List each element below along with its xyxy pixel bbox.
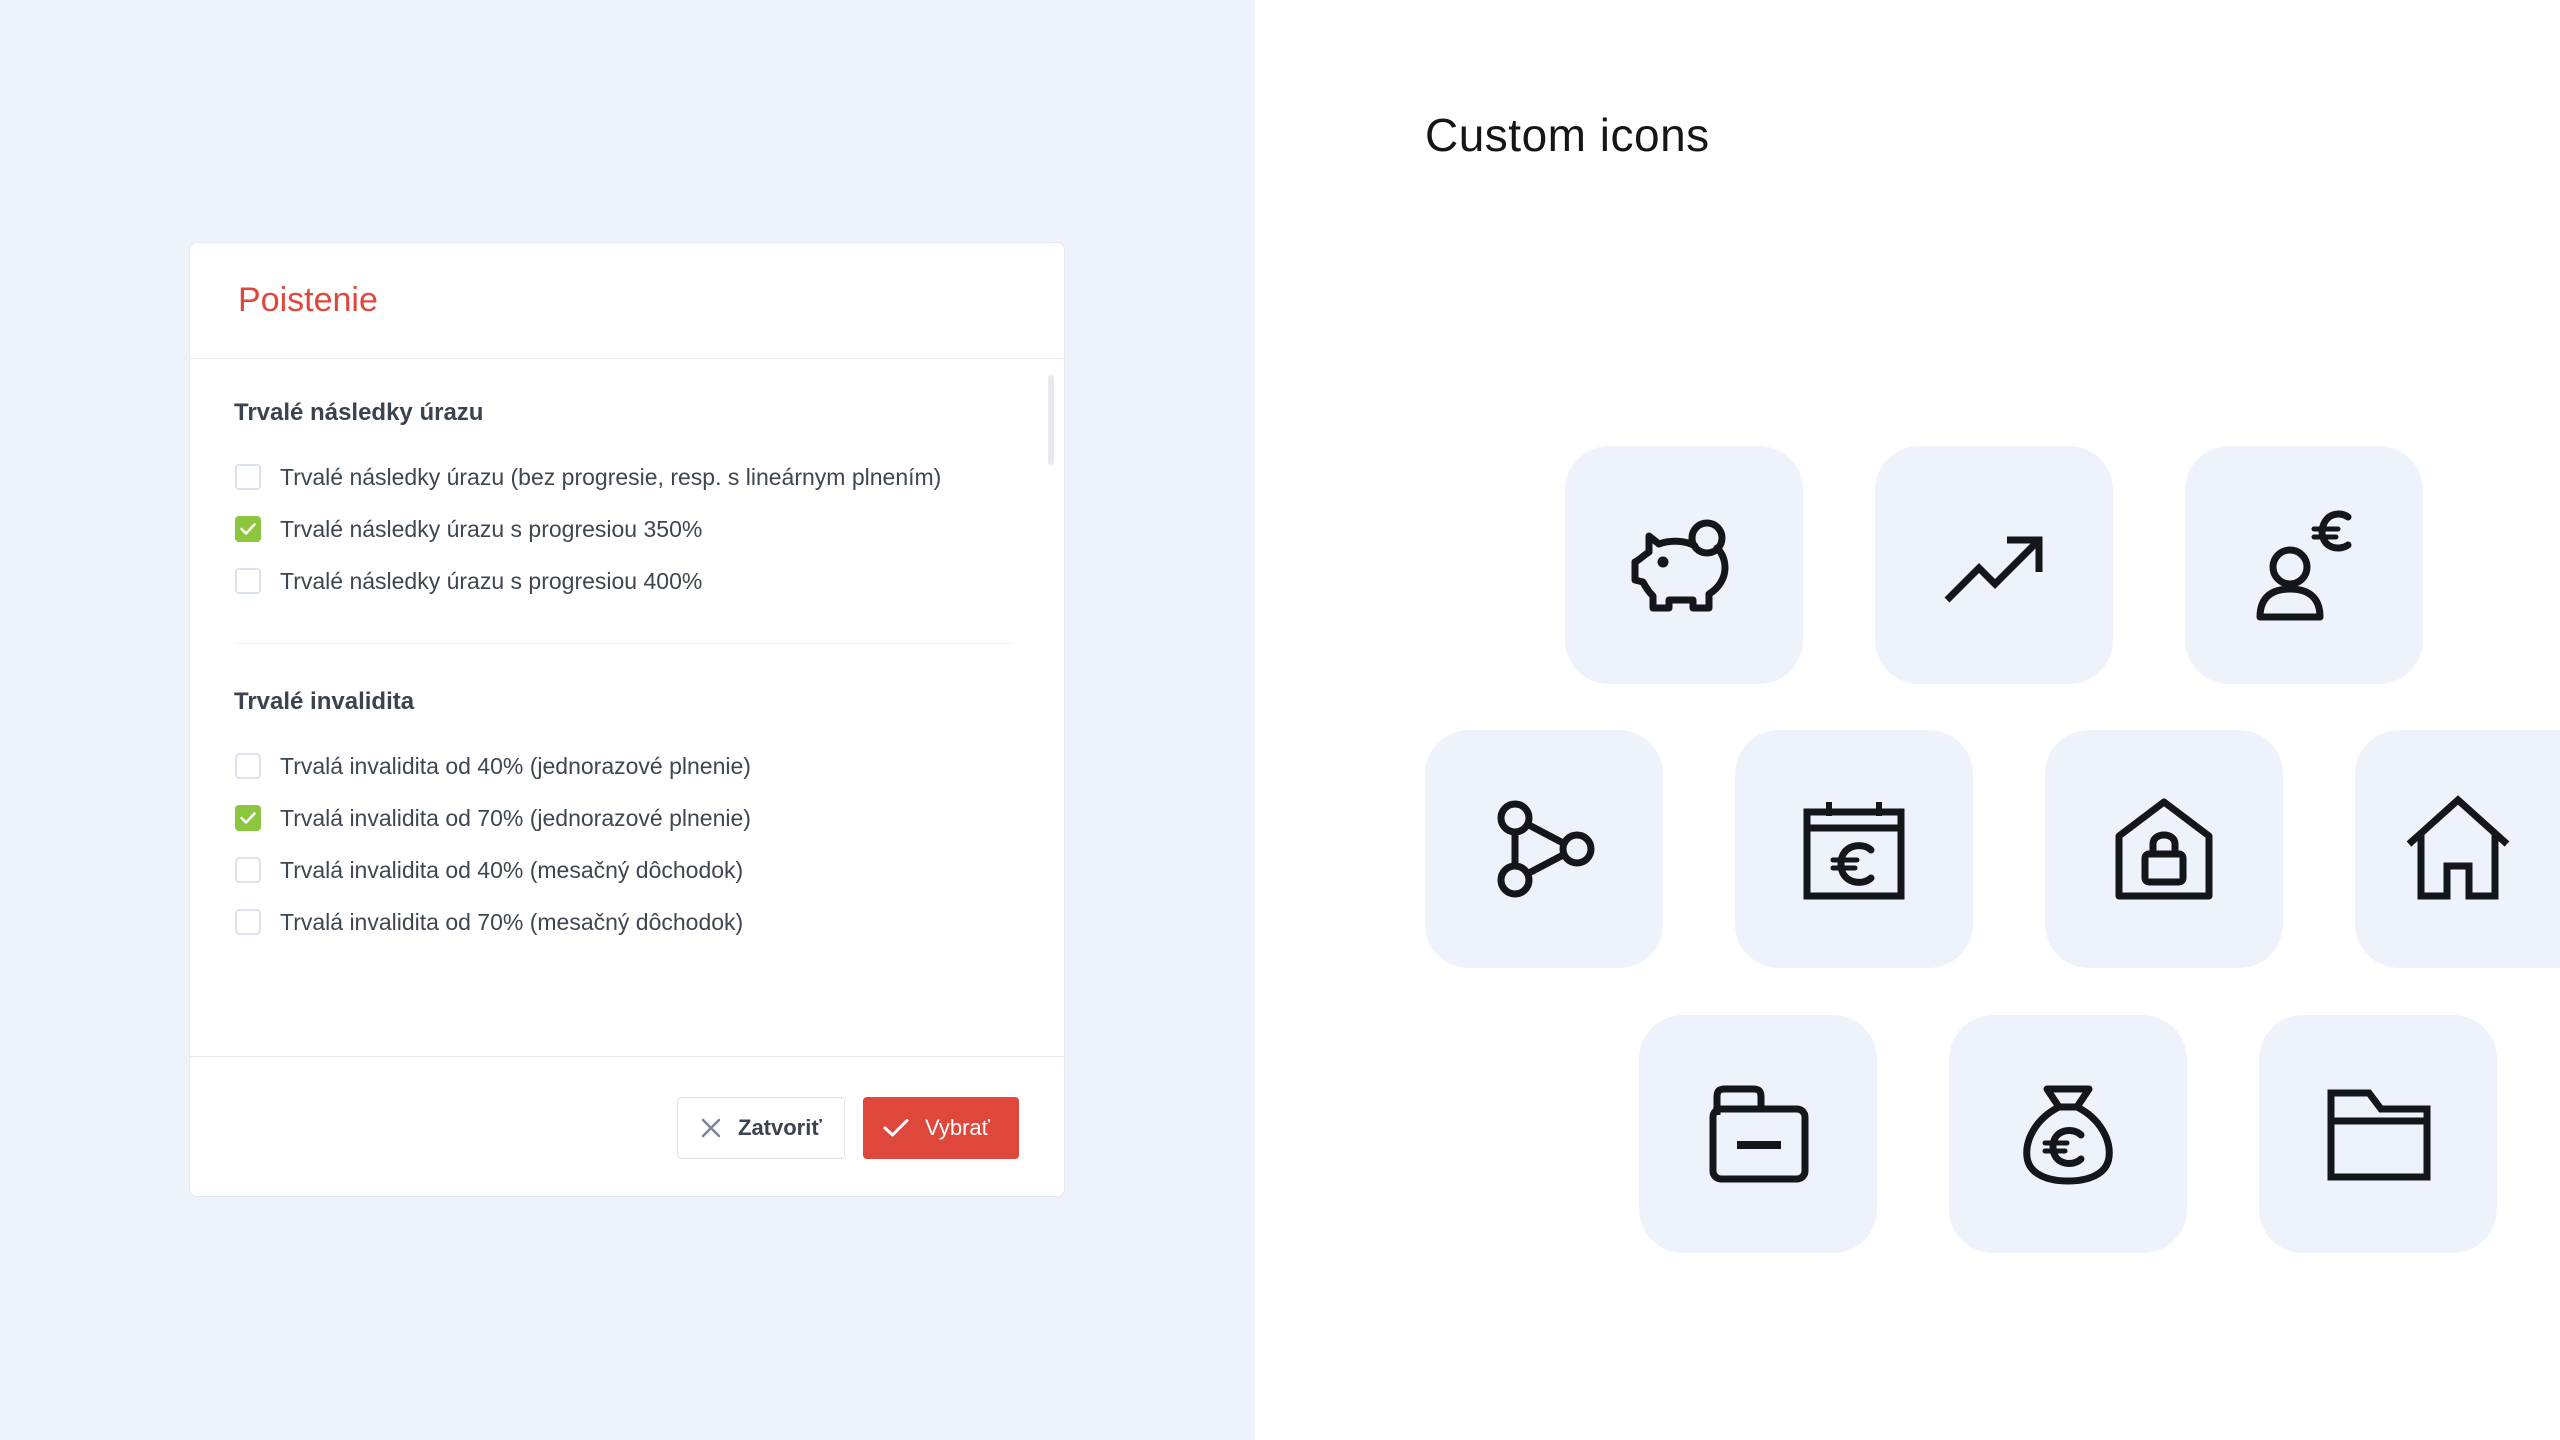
check-icon <box>240 523 256 535</box>
close-button-label: Zatvoriť <box>738 1115 822 1140</box>
option-item[interactable]: Trvalá invalidita od 70% (jednorazové pl… <box>234 792 994 844</box>
option-label: Trvalá invalidita od 40% (jednorazové pl… <box>280 752 751 779</box>
checkbox[interactable] <box>235 857 261 883</box>
option-label: Trvalá invalidita od 70% (mesačný dôchod… <box>280 908 744 935</box>
option-label: Trvalé následky úrazu s progresiou 350% <box>280 515 703 542</box>
section-heading: Trvalé invalidita <box>234 688 415 715</box>
tile-folder[interactable] <box>2259 1015 2497 1253</box>
left-pane: Poistenie Trvalé následky úrazu Trvalé n… <box>0 0 1255 1440</box>
dialog-title: Poistenie <box>238 281 378 319</box>
tile-trending-up[interactable] <box>1875 446 2113 684</box>
checkbox[interactable] <box>235 568 261 594</box>
option-item[interactable]: Trvalá invalidita od 70% (mesačný dôchod… <box>234 896 994 948</box>
checkbox[interactable] <box>235 909 261 935</box>
checkbox-checked[interactable] <box>235 805 261 831</box>
option-label: Trvalá invalidita od 70% (jednorazové pl… <box>280 804 751 831</box>
close-icon <box>700 1117 722 1139</box>
options-list: Trvalá invalidita od 40% (jednorazové pl… <box>234 740 994 948</box>
user-euro-icon <box>2256 510 2352 621</box>
dialog-footer: Zatvoriť Vybrať <box>190 1056 1064 1196</box>
option-label: Trvalé následky úrazu (bez progresie, re… <box>280 463 942 490</box>
section-permanent-injury: Trvalé následky úrazu Trvalé následky úr… <box>234 359 1014 644</box>
option-item[interactable]: Trvalá invalidita od 40% (jednorazové pl… <box>234 740 994 792</box>
money-bag-euro-icon <box>2023 1085 2113 1185</box>
dialog-header: Poistenie <box>190 243 1064 359</box>
option-item[interactable]: Trvalé následky úrazu (bez progresie, re… <box>234 451 994 503</box>
option-item[interactable]: Trvalá invalidita od 40% (mesačný dôchod… <box>234 844 994 896</box>
options-list: Trvalé následky úrazu (bez progresie, re… <box>234 451 994 607</box>
tile-share-nodes[interactable] <box>1425 730 1663 968</box>
checkbox[interactable] <box>235 753 261 779</box>
page-heading: Custom icons <box>1425 109 1710 161</box>
tile-user-euro[interactable] <box>2185 446 2423 684</box>
home-icon <box>2406 795 2509 900</box>
dialog-body: Trvalé následky úrazu Trvalé následky úr… <box>190 359 1064 1059</box>
piggy-bank-icon <box>1631 519 1729 612</box>
share-nodes-icon <box>1497 800 1595 898</box>
tile-wallet[interactable] <box>1639 1015 1877 1253</box>
section-permanent-disability: Trvalé invalidita Trvalá invalidita od 4… <box>234 644 994 948</box>
trending-up-icon <box>1944 536 2043 603</box>
folder-icon <box>2327 1089 2431 1181</box>
scrollbar[interactable] <box>1048 375 1054 465</box>
option-item[interactable]: Trvalé následky úrazu s progresiou 400% <box>234 555 994 607</box>
close-button[interactable]: Zatvoriť <box>677 1097 845 1159</box>
tile-home[interactable] <box>2355 730 2560 968</box>
wallet-icon <box>1709 1085 1809 1183</box>
check-icon <box>240 812 256 824</box>
section-heading: Trvalé následky úrazu <box>234 399 484 426</box>
insurance-dialog: Poistenie Trvalé následky úrazu Trvalé n… <box>189 242 1065 1197</box>
tile-piggy-bank[interactable] <box>1565 446 1803 684</box>
check-icon <box>883 1118 909 1138</box>
option-item[interactable]: Trvalé následky úrazu s progresiou 350% <box>234 503 994 555</box>
option-label: Trvalé následky úrazu s progresiou 400% <box>280 567 703 594</box>
calendar-euro-icon <box>1803 802 1905 900</box>
select-button-label: Vybrať <box>925 1115 990 1140</box>
tile-calendar-euro[interactable] <box>1735 730 1973 968</box>
checkbox[interactable] <box>235 464 261 490</box>
house-lock-icon <box>2115 798 2213 900</box>
option-label: Trvalá invalidita od 40% (mesačný dôchod… <box>280 856 744 883</box>
select-button[interactable]: Vybrať <box>863 1097 1019 1159</box>
tile-money-bag[interactable] <box>1949 1015 2187 1253</box>
checkbox-checked[interactable] <box>235 516 261 542</box>
tile-house-lock[interactable] <box>2045 730 2283 968</box>
